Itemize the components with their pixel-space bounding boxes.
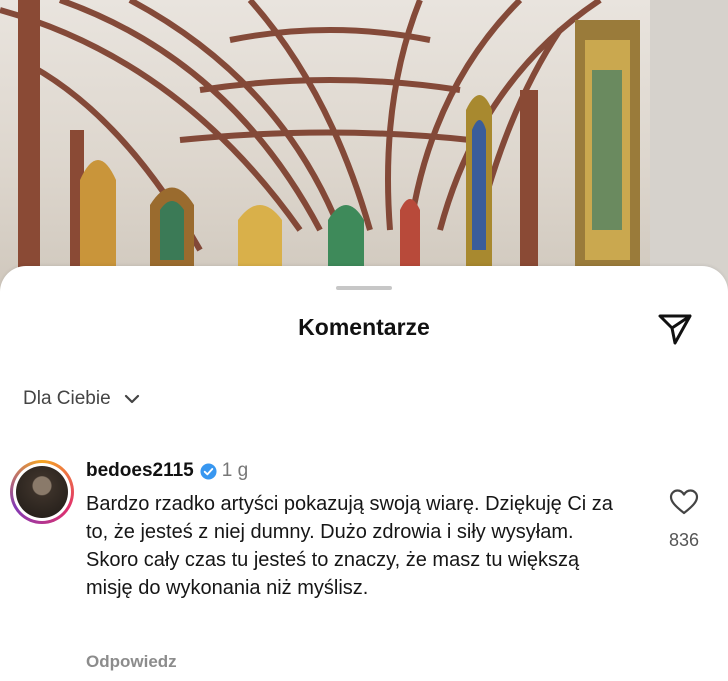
reply-button[interactable]: Odpowiedz: [86, 652, 177, 672]
comment-item: bedoes2115 1 g Bardzo rzadko artyści pok…: [0, 452, 728, 672]
avatar[interactable]: [10, 460, 74, 524]
username[interactable]: bedoes2115: [86, 460, 194, 482]
comment-time: 1 g: [221, 460, 249, 481]
background-photo: [0, 0, 728, 300]
filter-label: Dla Ciebie: [23, 388, 111, 409]
comment-filter-dropdown[interactable]: Dla Ciebie: [23, 388, 141, 410]
verified-badge-icon: [200, 462, 217, 480]
sheet-title: Komentarze: [298, 314, 430, 340]
comment-meta: bedoes2115 1 g: [86, 460, 248, 482]
heart-icon[interactable]: [669, 488, 699, 516]
chevron-down-icon: [124, 394, 139, 404]
send-icon[interactable]: [655, 308, 695, 348]
comments-sheet: Komentarze Dla Ciebie bedoes2115 1 g Bar…: [0, 266, 728, 681]
comment-text: Bardzo rzadko artyści pokazują swoją wia…: [86, 493, 613, 599]
avatar-image: [16, 466, 68, 518]
church-interior-image: [0, 0, 728, 300]
like-count: 836: [668, 530, 700, 550]
sheet-drag-handle[interactable]: [336, 286, 392, 290]
